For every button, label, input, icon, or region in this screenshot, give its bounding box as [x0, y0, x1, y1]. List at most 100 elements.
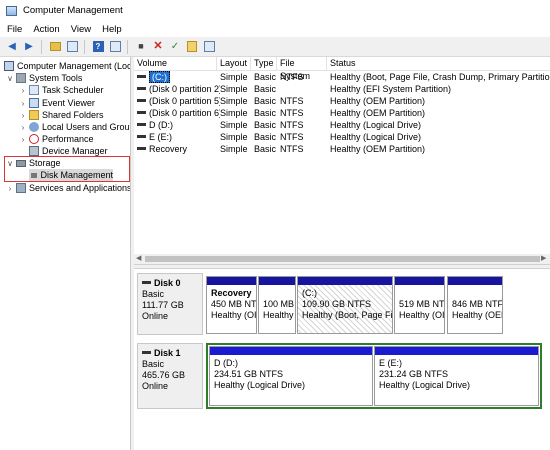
volume-layout: Simple: [220, 108, 248, 118]
volume-layout: Simple: [220, 120, 248, 130]
volume-file-system: NTFS: [280, 144, 304, 154]
scroll-left-icon[interactable]: ◀: [136, 254, 141, 264]
up-folder-icon[interactable]: [48, 40, 62, 54]
tree-item-task-scheduler[interactable]: › Task Scheduler: [19, 84, 104, 96]
chevron-right-icon[interactable]: ›: [19, 111, 27, 120]
help-icon[interactable]: ?: [91, 40, 105, 54]
menu-bar: File Action View Help: [0, 21, 550, 37]
menu-help[interactable]: Help: [96, 24, 127, 35]
partition-efi[interactable]: 100 MB Healthy: [258, 276, 296, 334]
table-row[interactable]: Recovery Simple Basic NTFS Healthy (OEM …: [134, 143, 550, 155]
volume-layout: Simple: [220, 132, 248, 142]
search-icon[interactable]: [202, 40, 216, 54]
partition-bar: [395, 277, 444, 285]
partition-recovery[interactable]: Recovery 450 MB NTI Healthy (OI: [206, 276, 257, 334]
computer-icon: [4, 61, 14, 71]
tree-item-label: Services and Applications: [29, 183, 131, 193]
volume-type: Basic: [254, 108, 277, 118]
chevron-down-icon[interactable]: ∨: [6, 74, 14, 83]
column-header-status[interactable]: Status: [327, 57, 550, 70]
delete-icon[interactable]: ✕: [151, 40, 165, 54]
tree-item-label: Task Scheduler: [42, 85, 104, 95]
forward-arrow-icon[interactable]: ▶: [22, 40, 36, 54]
partition-bar: [298, 277, 392, 285]
tree-item-performance[interactable]: › Performance: [19, 133, 94, 145]
chevron-right-icon[interactable]: ›: [6, 184, 14, 193]
chevron-right-icon[interactable]: ›: [19, 86, 27, 95]
tree-item-label: Disk Management: [40, 170, 113, 180]
folder-open-icon[interactable]: [185, 40, 199, 54]
partition-name: [452, 288, 502, 299]
disk-icon: [142, 281, 151, 285]
volume-icon: [137, 99, 146, 103]
tree-item-local-users[interactable]: › Local Users and Groups: [19, 121, 130, 133]
table-row[interactable]: (Disk 0 partition 5) Simple Basic NTFS H…: [134, 95, 550, 107]
table-row[interactable]: E (E:) Simple Basic NTFS Healthy (Logica…: [134, 131, 550, 143]
partition-name: E (E:): [379, 358, 403, 368]
volume-status: Healthy (Logical Drive): [330, 132, 422, 142]
tree-item-label: Shared Folders: [42, 110, 104, 120]
partition-c[interactable]: (C:) 109.90 GB NTFS Healthy (Boot, Page …: [297, 276, 393, 334]
partition-size: 234.51 GB NTFS: [214, 369, 284, 379]
table-row[interactable]: (Disk 0 partition 6) Simple Basic NTFS H…: [134, 107, 550, 119]
title-bar: Computer Management: [0, 0, 550, 21]
volume-name: Recovery: [149, 144, 188, 154]
tree-item-label: Performance: [42, 134, 94, 144]
partition-bar: [259, 277, 295, 285]
window-title: Computer Management: [23, 5, 123, 16]
scroll-right-icon[interactable]: ▶: [541, 254, 546, 264]
back-arrow-icon[interactable]: ◀: [5, 40, 19, 54]
horizontal-scrollbar[interactable]: ◀ ▶: [134, 254, 550, 264]
disk-0-info[interactable]: Disk 0 Basic 111.77 GB Online: [137, 273, 203, 335]
chevron-right-icon[interactable]: ›: [19, 123, 27, 132]
volume-status: Healthy (OEM Partition): [330, 144, 426, 154]
column-header-volume[interactable]: Volume: [134, 57, 217, 70]
column-header-type[interactable]: Type: [251, 57, 277, 70]
volume-layout: Simple: [220, 84, 248, 94]
volume-status: Healthy (EFI System Partition): [330, 84, 452, 94]
tree-item-event-viewer[interactable]: › Event Viewer: [19, 97, 95, 109]
partition-oem-6[interactable]: 846 MB NTFS Healthy (OEM: [447, 276, 503, 334]
volume-list-header: Volume Layout Type File System Status: [134, 57, 550, 81]
properties-icon[interactable]: [65, 40, 79, 54]
volume-icon: [137, 147, 146, 151]
tree-item-system-tools[interactable]: ∨ System Tools: [6, 72, 82, 84]
column-header-file-system[interactable]: File System: [277, 57, 327, 81]
chevron-right-icon[interactable]: ›: [19, 135, 27, 144]
table-row[interactable]: (Disk 0 partition 2) Simple Basic Health…: [134, 83, 550, 95]
volume-file-system: NTFS: [280, 132, 304, 142]
toolbar-separator: [127, 39, 128, 54]
volume-name: (Disk 0 partition 6): [149, 108, 220, 118]
disk-1-info[interactable]: Disk 1 Basic 465.76 GB Online: [137, 343, 203, 409]
menu-file[interactable]: File: [0, 24, 27, 35]
chevron-down-icon[interactable]: ∨: [6, 159, 14, 168]
tree-item-services-applications[interactable]: › Services and Applications: [6, 182, 131, 194]
volume-type: Basic: [254, 144, 277, 154]
partition-e[interactable]: E (E:) 231.24 GB NTFS Healthy (Logical D…: [374, 346, 539, 406]
disk-icon: [142, 351, 151, 355]
partition-size: 109.90 GB NTFS: [302, 299, 372, 309]
tree-item-shared-folders[interactable]: › Shared Folders: [19, 109, 104, 121]
menu-action[interactable]: Action: [27, 24, 64, 35]
storage-icon: [16, 159, 26, 167]
column-header-layout[interactable]: Layout: [217, 57, 251, 70]
partition-bar: [207, 277, 256, 285]
console-icon[interactable]: [108, 40, 122, 54]
tools-icon: [16, 73, 26, 83]
menu-view[interactable]: View: [65, 24, 96, 35]
volume-icon: [137, 123, 146, 127]
partition-oem-5[interactable]: 519 MB NTI Healthy (OI: [394, 276, 445, 334]
partition-bar: [375, 347, 538, 355]
check-icon[interactable]: ✓: [168, 40, 182, 54]
volume-name: (Disk 0 partition 2): [149, 84, 220, 94]
connect-icon[interactable]: ■: [134, 40, 148, 54]
table-row[interactable]: (C:) Simple Basic NTFS Healthy (Boot, Pa…: [134, 71, 550, 83]
chevron-right-icon[interactable]: ›: [19, 99, 27, 108]
table-row[interactable]: D (D:) Simple Basic NTFS Healthy (Logica…: [134, 119, 550, 131]
scrollbar-thumb[interactable]: [145, 256, 540, 262]
partition-d[interactable]: D (D:) 234.51 GB NTFS Healthy (Logical D…: [209, 346, 373, 406]
tree-item-disk-management[interactable]: Disk Management: [29, 169, 113, 181]
partition-size: 231.24 GB NTFS: [379, 369, 449, 379]
tree-item-storage[interactable]: ∨ Storage: [6, 157, 60, 169]
tree-item-computer-management[interactable]: Computer Management (Local: [4, 60, 130, 72]
